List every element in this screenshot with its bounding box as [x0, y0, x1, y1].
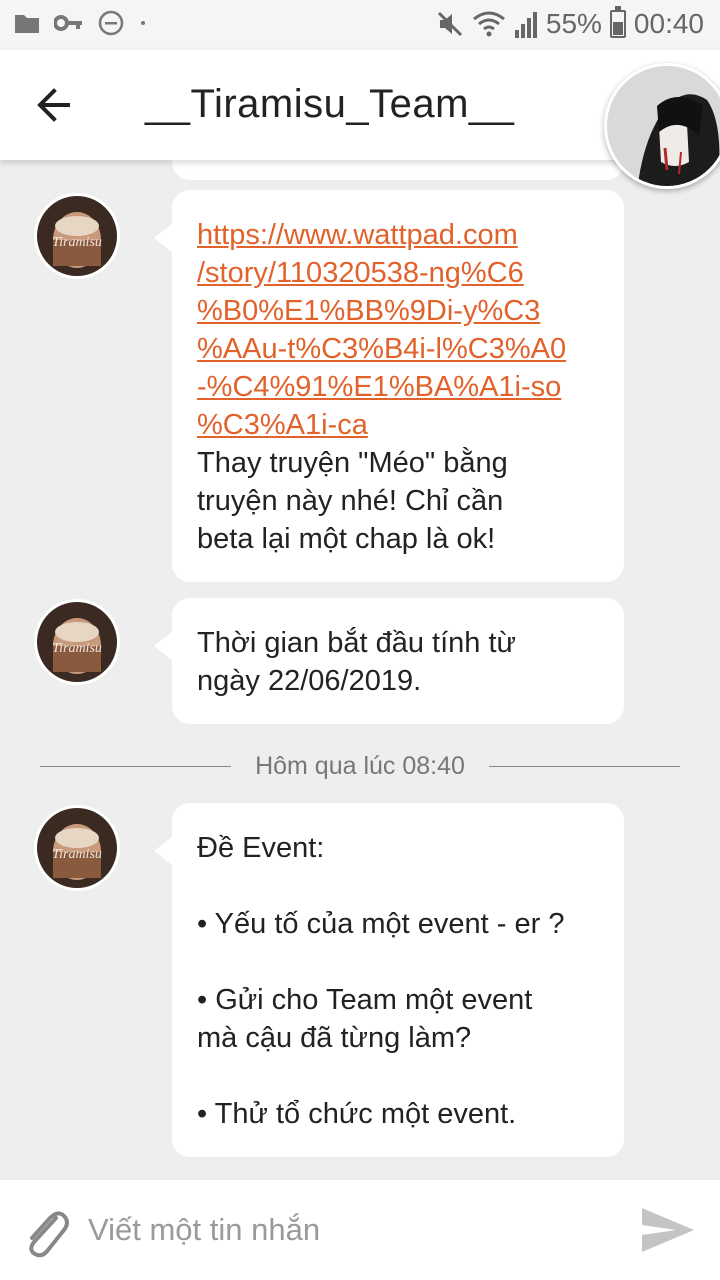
link-line: %B0%E1%BB%9Di-y%C3	[197, 295, 541, 327]
previous-message-bubble	[172, 160, 624, 180]
dot-icon	[141, 21, 145, 25]
send-button[interactable]	[640, 1204, 696, 1256]
message-composer	[0, 1180, 720, 1280]
mute-icon	[437, 11, 462, 37]
message-text: ngày 22/06/2019.	[197, 665, 422, 697]
message-text: Thời gian bắt đầu tính từ	[197, 627, 516, 659]
message-text: Đề Event:	[197, 832, 325, 864]
wifi-icon	[472, 11, 505, 37]
message-bubble: Đề Event: • Yếu tố của một event - er ? …	[154, 803, 624, 1157]
avatar-image: Tiramisu	[37, 602, 117, 682]
message-text: beta lại một chap là ok!	[197, 523, 496, 555]
status-right-icons: 55% 00:40	[436, 6, 704, 40]
sender-avatar[interactable]: Tiramisu	[34, 599, 120, 685]
message-text: mà cậu đã từng làm?	[197, 1022, 472, 1054]
divider	[40, 765, 232, 767]
message-link[interactable]: https://www.wattpad.com /story/110320538…	[197, 216, 600, 444]
message-text: • Yếu tố của một event - er ?	[197, 908, 565, 940]
do-not-disturb-icon	[98, 10, 124, 36]
sender-avatar[interactable]: Tiramisu	[34, 193, 120, 279]
divider	[488, 765, 681, 767]
message-bubble: https://www.wattpad.com /story/110320538…	[154, 190, 624, 582]
folder-icon	[15, 15, 39, 33]
link-line: /story/110320538-ng%C6	[197, 257, 524, 289]
arrow-left-icon	[37, 88, 70, 122]
message-input[interactable]	[88, 1208, 608, 1252]
message-text: • Thử tổ chức một event.	[197, 1098, 517, 1130]
sender-avatar[interactable]: Tiramisu	[34, 805, 120, 891]
link-line: https://www.wattpad.com	[197, 219, 518, 251]
svg-text:Tiramisu: Tiramisu	[52, 641, 102, 656]
svg-text:Tiramisu: Tiramisu	[52, 847, 102, 862]
paperclip-icon	[29, 1211, 69, 1258]
link-line: %AAu-t%C3%B4i-l%C3%A0	[197, 333, 567, 365]
link-line: %C3%A1i-ca	[197, 409, 368, 441]
send-icon	[642, 1208, 694, 1252]
attach-button[interactable]	[20, 1204, 72, 1260]
message-text: truyện này nhé! Chỉ cần	[197, 485, 504, 517]
svg-text:Tiramisu: Tiramisu	[52, 235, 102, 250]
status-bar: 55% 00:40	[0, 0, 720, 50]
signal-icon	[514, 12, 537, 38]
status-left-icons	[14, 10, 148, 36]
link-line: -%C4%91%E1%BA%A1i-so	[197, 371, 562, 403]
message-text: • Gửi cho Team một event	[197, 984, 533, 1016]
app-header: __Tiramisu_Team__	[0, 50, 720, 189]
date-separator: Hôm qua lúc 08:40	[40, 751, 681, 781]
battery-icon	[609, 6, 626, 38]
clock: 00:40	[633, 8, 704, 39]
group-avatar[interactable]	[604, 63, 720, 189]
page-title: __Tiramisu_Team__	[145, 82, 515, 126]
date-separator-label: Hôm qua lúc 08:40	[255, 751, 465, 780]
avatar-image	[607, 66, 720, 186]
message-bubble: Thời gian bắt đầu tính từ ngày 22/06/201…	[154, 598, 624, 724]
avatar-image: Tiramisu	[37, 196, 117, 276]
message-text: Thay truyện "Méo" bằng	[197, 447, 508, 479]
back-button[interactable]	[28, 80, 84, 130]
chat-messages[interactable]: Tiramisu https://www.wattpad.com /story/…	[0, 160, 720, 1180]
avatar-image: Tiramisu	[37, 808, 117, 888]
key-icon	[54, 15, 82, 31]
battery-percent: 55%	[545, 8, 602, 39]
